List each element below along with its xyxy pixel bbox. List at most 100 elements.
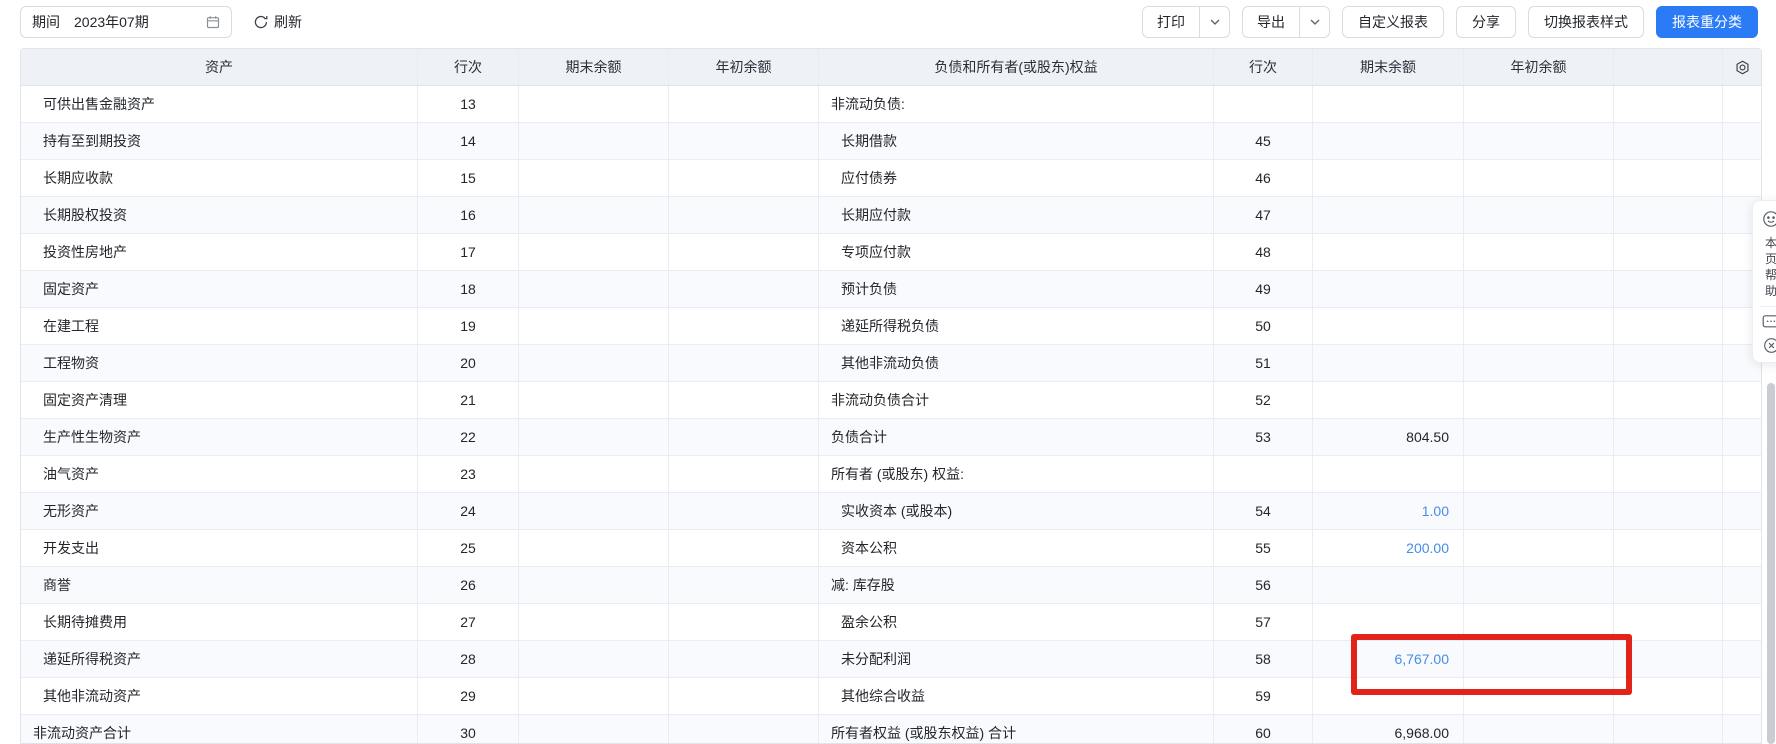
liability-beginning-cell	[1464, 604, 1614, 640]
icon-spacer-cell	[1723, 160, 1761, 196]
liability-beginning-cell	[1464, 345, 1614, 381]
icon-spacer-cell	[1723, 86, 1761, 122]
liability-ending-cell[interactable]: 1.00	[1313, 493, 1464, 529]
chevron-down-icon	[1310, 19, 1320, 25]
icon-spacer-cell	[1723, 678, 1761, 714]
close-circle-icon[interactable]	[1763, 337, 1776, 354]
liability-name-cell: 所有者 (或股东) 权益:	[819, 456, 1214, 492]
liability-ending-cell[interactable]: 200.00	[1313, 530, 1464, 566]
asset-name-cell: 长期股权投资	[21, 197, 418, 233]
liability-beginning-cell	[1464, 715, 1614, 744]
asset-name-cell: 非流动资产合计	[21, 715, 418, 744]
asset-name: 油气资产	[43, 464, 99, 484]
switch-style-button[interactable]: 切换报表样式	[1528, 6, 1644, 38]
asset-name: 商誉	[43, 575, 71, 595]
liability-beginning-cell	[1464, 493, 1614, 529]
share-button[interactable]: 分享	[1456, 6, 1516, 38]
period-picker[interactable]: 期间 2023年07期	[20, 6, 232, 38]
export-dropdown-arrow[interactable]	[1299, 7, 1329, 37]
refresh-button[interactable]: 刷新	[254, 12, 302, 32]
asset-name: 在建工程	[43, 316, 99, 336]
asset-beginning-cell	[669, 530, 819, 566]
table-row: 油气资产 23 所有者 (或股东) 权益:	[21, 456, 1761, 493]
liability-name-cell: 未分配利润	[819, 641, 1214, 677]
column-settings-icon[interactable]	[1723, 49, 1761, 85]
liability-name-cell: 实收资本 (或股本)	[819, 493, 1214, 529]
asset-line-cell: 21	[418, 382, 519, 418]
spacer-cell	[1614, 160, 1723, 196]
asset-beginning-cell	[669, 123, 819, 159]
liability-name: 递延所得税负债	[841, 316, 939, 336]
print-dropdown-arrow[interactable]	[1199, 7, 1229, 37]
period-value: 2023年07期	[74, 12, 206, 32]
table-row: 生产性生物资产 22 负债合计 53 804.50	[21, 419, 1761, 456]
header-spacer	[1614, 49, 1723, 85]
help-widget-label[interactable]: 本页帮助	[1764, 235, 1776, 299]
asset-ending-cell	[519, 160, 669, 196]
asset-name-cell: 投资性房地产	[21, 234, 418, 270]
icon-spacer-cell	[1723, 456, 1761, 492]
reclassify-button[interactable]: 报表重分类	[1656, 6, 1758, 38]
asset-name-cell: 商誉	[21, 567, 418, 603]
print-button[interactable]: 打印	[1143, 7, 1199, 37]
asset-name-cell: 在建工程	[21, 308, 418, 344]
custom-report-button[interactable]: 自定义报表	[1342, 6, 1444, 38]
feedback-message-icon[interactable]	[1762, 314, 1776, 330]
asset-ending-cell	[519, 456, 669, 492]
liability-beginning-cell	[1464, 123, 1614, 159]
table-row: 固定资产 18 预计负债 49	[21, 271, 1761, 308]
liability-name-cell: 非流动负债合计	[819, 382, 1214, 418]
liability-name: 预计负债	[841, 279, 897, 299]
liability-name: 长期借款	[841, 131, 897, 151]
spacer-cell	[1614, 604, 1723, 640]
asset-name-cell: 固定资产	[21, 271, 418, 307]
asset-name-cell: 持有至到期投资	[21, 123, 418, 159]
export-button[interactable]: 导出	[1243, 7, 1299, 37]
liability-line-cell: 52	[1214, 382, 1313, 418]
asset-line-cell: 26	[418, 567, 519, 603]
liability-line-cell: 46	[1214, 160, 1313, 196]
liability-ending-cell[interactable]: 6,767.00	[1313, 641, 1464, 677]
asset-ending-cell	[519, 419, 669, 455]
header-asset-line: 行次	[418, 49, 519, 85]
liability-beginning-cell	[1464, 234, 1614, 270]
asset-name: 非流动资产合计	[33, 723, 131, 743]
asset-line-cell: 25	[418, 530, 519, 566]
vertical-scrollbar-thumb[interactable]	[1767, 383, 1775, 744]
liability-ending-cell	[1313, 123, 1464, 159]
liability-name-cell: 所有者权益 (或股东权益) 合计	[819, 715, 1214, 744]
refresh-label: 刷新	[274, 12, 302, 32]
period-label: 期间	[32, 12, 60, 32]
asset-line-cell: 19	[418, 308, 519, 344]
spacer-cell	[1614, 678, 1723, 714]
liability-beginning-cell	[1464, 197, 1614, 233]
guide-icon[interactable]	[1762, 210, 1776, 228]
table-row: 递延所得税资产 28 未分配利润 58 6,767.00	[21, 641, 1761, 678]
liability-name-cell: 递延所得税负债	[819, 308, 1214, 344]
asset-line-cell: 30	[418, 715, 519, 744]
asset-name: 持有至到期投资	[43, 131, 141, 151]
asset-name-cell: 开发支出	[21, 530, 418, 566]
icon-spacer-cell	[1723, 530, 1761, 566]
table-row: 长期待摊费用 27 盈余公积 57	[21, 604, 1761, 641]
liability-name-cell: 非流动负债:	[819, 86, 1214, 122]
asset-beginning-cell	[669, 419, 819, 455]
table-row: 固定资产清理 21 非流动负债合计 52	[21, 382, 1761, 419]
header-asset: 资产	[21, 49, 418, 85]
asset-name-cell: 无形资产	[21, 493, 418, 529]
table-row: 投资性房地产 17 专项应付款 48	[21, 234, 1761, 271]
liability-beginning-cell	[1464, 86, 1614, 122]
spacer-cell	[1614, 308, 1723, 344]
spacer-cell	[1614, 123, 1723, 159]
liability-line-cell: 49	[1214, 271, 1313, 307]
asset-beginning-cell	[669, 493, 819, 529]
icon-spacer-cell	[1723, 641, 1761, 677]
liability-name-cell: 长期应付款	[819, 197, 1214, 233]
icon-spacer-cell	[1723, 419, 1761, 455]
icon-spacer-cell	[1723, 123, 1761, 159]
liability-name: 减: 库存股	[831, 575, 895, 595]
liability-line-cell: 53	[1214, 419, 1313, 455]
liability-name: 负债合计	[831, 427, 887, 447]
table-row: 持有至到期投资 14 长期借款 45	[21, 123, 1761, 160]
asset-name: 长期股权投资	[43, 205, 127, 225]
